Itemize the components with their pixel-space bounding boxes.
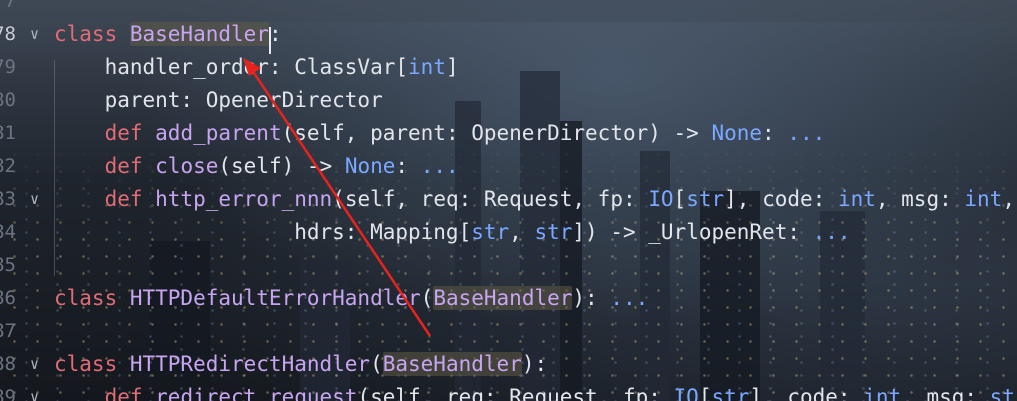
red-arrow-icon	[243, 58, 432, 337]
code-editor[interactable]: 778∨class BaseHandler:79 handler_order: …	[0, 0, 1017, 401]
